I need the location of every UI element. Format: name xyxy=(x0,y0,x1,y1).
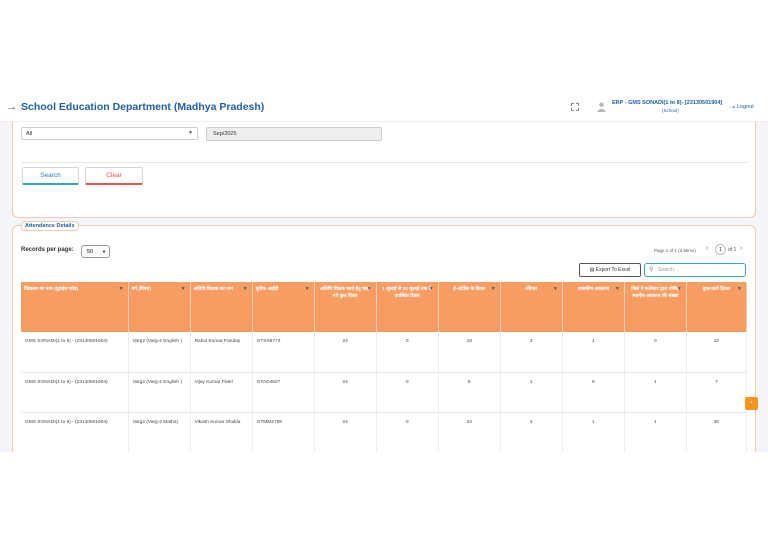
cell-govt-holidays: 6 xyxy=(562,372,625,413)
cell-govt-holidays: 1 xyxy=(562,332,625,373)
cell-working-days: 22 xyxy=(686,332,748,373)
cell-working-days: 7 xyxy=(686,372,748,413)
column-header[interactable]: अतिथि शिक्षक कार्य हेतु चाहा गये कुल दिव… xyxy=(314,282,377,332)
page-info: Page 1 of 1 (3 items) xyxy=(654,248,696,253)
filter-dropdown-value: All xyxy=(26,131,33,137)
app-frame: → School Education Department (Madhya Pr… xyxy=(0,92,768,452)
column-header[interactable]: अतिथि शिक्षक का नाम ▼ xyxy=(190,282,253,332)
export-icon: ▤ xyxy=(589,267,595,273)
records-per-page-select[interactable]: 50 ▼ xyxy=(81,245,110,258)
current-page[interactable]: 1 xyxy=(715,244,726,255)
cell-total-days: 24 xyxy=(314,412,377,452)
cell-total-days: 24 xyxy=(314,332,377,373)
cell-e-attendance: 18 xyxy=(438,332,501,373)
chevron-down-icon: ▼ xyxy=(102,249,106,254)
cell-school: GMS SONADI(1 to 8) - (23130501904) xyxy=(21,332,129,373)
column-header[interactable]: जिले में कलेक्टर द्वारा घोषित स्थानीय अव… xyxy=(624,282,687,332)
search-button[interactable]: Search xyxy=(22,167,79,185)
table-row[interactable]: GMS SONADI(1 to 8) - (23130501904) Varg2… xyxy=(21,372,748,413)
cell-sundays: 3 xyxy=(500,332,563,373)
page-title: School Education Department (Madhya Prad… xyxy=(21,101,265,113)
column-header[interactable]: यूनीक आईडी ▼ xyxy=(252,282,315,332)
cell-local-holidays: 1 xyxy=(624,372,687,413)
grid-search-placeholder: Search... xyxy=(658,267,679,273)
cell-july-days: 0 xyxy=(376,372,439,413)
cell-unique-id: GTMM2789 xyxy=(252,412,315,452)
column-header[interactable]: विद्यालय का नाम (यूडाईस कोड) ▼ xyxy=(21,282,129,332)
filter-dropdown[interactable]: All ▼ xyxy=(21,127,198,140)
filter-icon[interactable]: ▼ xyxy=(615,286,620,293)
filter-icon[interactable]: ▼ xyxy=(553,286,558,293)
cell-sundays: 1 xyxy=(500,372,563,413)
chevron-down-icon: ▼ xyxy=(188,130,193,136)
page-total: of 1 xyxy=(728,247,737,253)
cell-july-days: 0 xyxy=(376,332,439,373)
top-bar: → School Education Department (Madhya Pr… xyxy=(0,92,768,122)
fullscreen-icon[interactable] xyxy=(571,103,579,111)
export-label: Export To Excel xyxy=(595,267,631,273)
filter-icon[interactable]: ▼ xyxy=(305,286,310,293)
cell-school: GMS SONADI(1 to 8) - (23130501904) xyxy=(21,412,129,452)
filter-panel: All ▼ Sep/2025 Search Clear xyxy=(12,122,756,218)
table-header-row: विद्यालय का नाम (यूडाईस कोड) ▼ वर्ग (विषय… xyxy=(21,282,748,332)
side-panel-toggle-icon[interactable]: ‹ xyxy=(745,397,758,410)
column-header[interactable]: ई-अटेंडेंस के दिवस ▼ xyxy=(438,282,501,332)
filter-icon[interactable]: ▼ xyxy=(243,286,248,293)
filter-icon[interactable]: ▼ xyxy=(677,286,682,293)
column-header[interactable]: कुल कार्य दिवस ▼ xyxy=(686,282,748,332)
filter-icon[interactable]: ▼ xyxy=(737,286,742,293)
back-arrow-icon[interactable]: → xyxy=(6,101,17,113)
cell-e-attendance: 24 xyxy=(438,412,501,452)
prev-page-icon[interactable]: ‹ xyxy=(706,245,708,252)
column-header[interactable]: शासकीय अवकाश ▼ xyxy=(562,282,625,332)
grid-search-input[interactable]: ⚲ Search... xyxy=(644,263,746,277)
cell-teacher-name: Vikash Kumar Shukla xyxy=(190,412,253,452)
filter-icon[interactable]: ▼ xyxy=(491,286,496,293)
cell-teacher-name: Vijay Kumar Patel xyxy=(190,372,253,413)
cell-local-holidays: 1 xyxy=(624,412,687,452)
month-field[interactable]: Sep/2025 xyxy=(206,127,382,141)
cell-sundays: 4 xyxy=(500,412,563,452)
column-header[interactable]: वर्ग (विषय) ▼ xyxy=(128,282,191,332)
user-name: ERP - GMS SONADI(1 to 8)- [23130501904] xyxy=(612,100,723,106)
logout-link[interactable]: Logout xyxy=(737,104,754,110)
filter-icon[interactable]: ▼ xyxy=(181,286,186,293)
cell-govt-holidays: 1 xyxy=(562,412,625,452)
attendance-section-title: Attendance Details xyxy=(21,221,79,231)
logout-icon[interactable]: ⇢ xyxy=(730,104,735,111)
next-page-icon[interactable]: › xyxy=(740,245,742,252)
cell-teacher-name: Rahul Kumar Panday xyxy=(190,332,253,373)
clear-button[interactable]: Clear xyxy=(85,167,143,185)
divider xyxy=(21,162,747,163)
search-icon: ⚲ xyxy=(649,267,654,273)
cell-e-attendance: 5 xyxy=(438,372,501,413)
cell-unique-id: GTSS8773 xyxy=(252,332,315,373)
cell-total-days: 24 xyxy=(314,372,377,413)
attendance-panel: Attendance Details Records per page: 50 … xyxy=(12,221,756,452)
cell-varg: Varg2 (Varg-2 Maths) xyxy=(128,412,191,452)
export-excel-button[interactable]: ▤ Export To Excel xyxy=(579,263,641,277)
user-avatar-icon[interactable] xyxy=(597,102,606,112)
user-role: (School) xyxy=(662,108,679,113)
records-per-page-label: Records per page: xyxy=(21,247,74,253)
cell-unique-id: GTAD4627 xyxy=(252,372,315,413)
table-row[interactable]: GMS SONADI(1 to 8) - (23130501904) Varg2… xyxy=(21,332,748,373)
month-field-value: Sep/2025 xyxy=(213,131,237,137)
cell-local-holidays: 0 xyxy=(624,332,687,373)
records-per-page-value: 50 xyxy=(87,249,94,255)
filter-icon[interactable]: ▼ xyxy=(429,286,434,293)
cell-july-days: 0 xyxy=(376,412,439,452)
attendance-table: विद्यालय का नाम (यूडाईस कोड) ▼ वर्ग (विषय… xyxy=(21,282,748,452)
cell-varg: Varg2 (Varg-2 English ) xyxy=(128,332,191,373)
filter-icon[interactable]: ▼ xyxy=(367,286,372,293)
filter-icon[interactable]: ▼ xyxy=(119,286,124,293)
table-row[interactable]: GMS SONADI(1 to 8) - (23130501904) Varg2… xyxy=(21,412,748,452)
cell-working-days: 30 xyxy=(686,412,748,452)
cell-varg: Varg2 (Varg-2 English ) xyxy=(128,372,191,413)
column-header[interactable]: 1 जुलाई से 20 जुलाई तक के उपस्थित दिवस ▼ xyxy=(376,282,439,332)
cell-school: GMS SONADI(1 to 8) - (23130501904) xyxy=(21,372,129,413)
column-header[interactable]: रविवार ▼ xyxy=(500,282,563,332)
